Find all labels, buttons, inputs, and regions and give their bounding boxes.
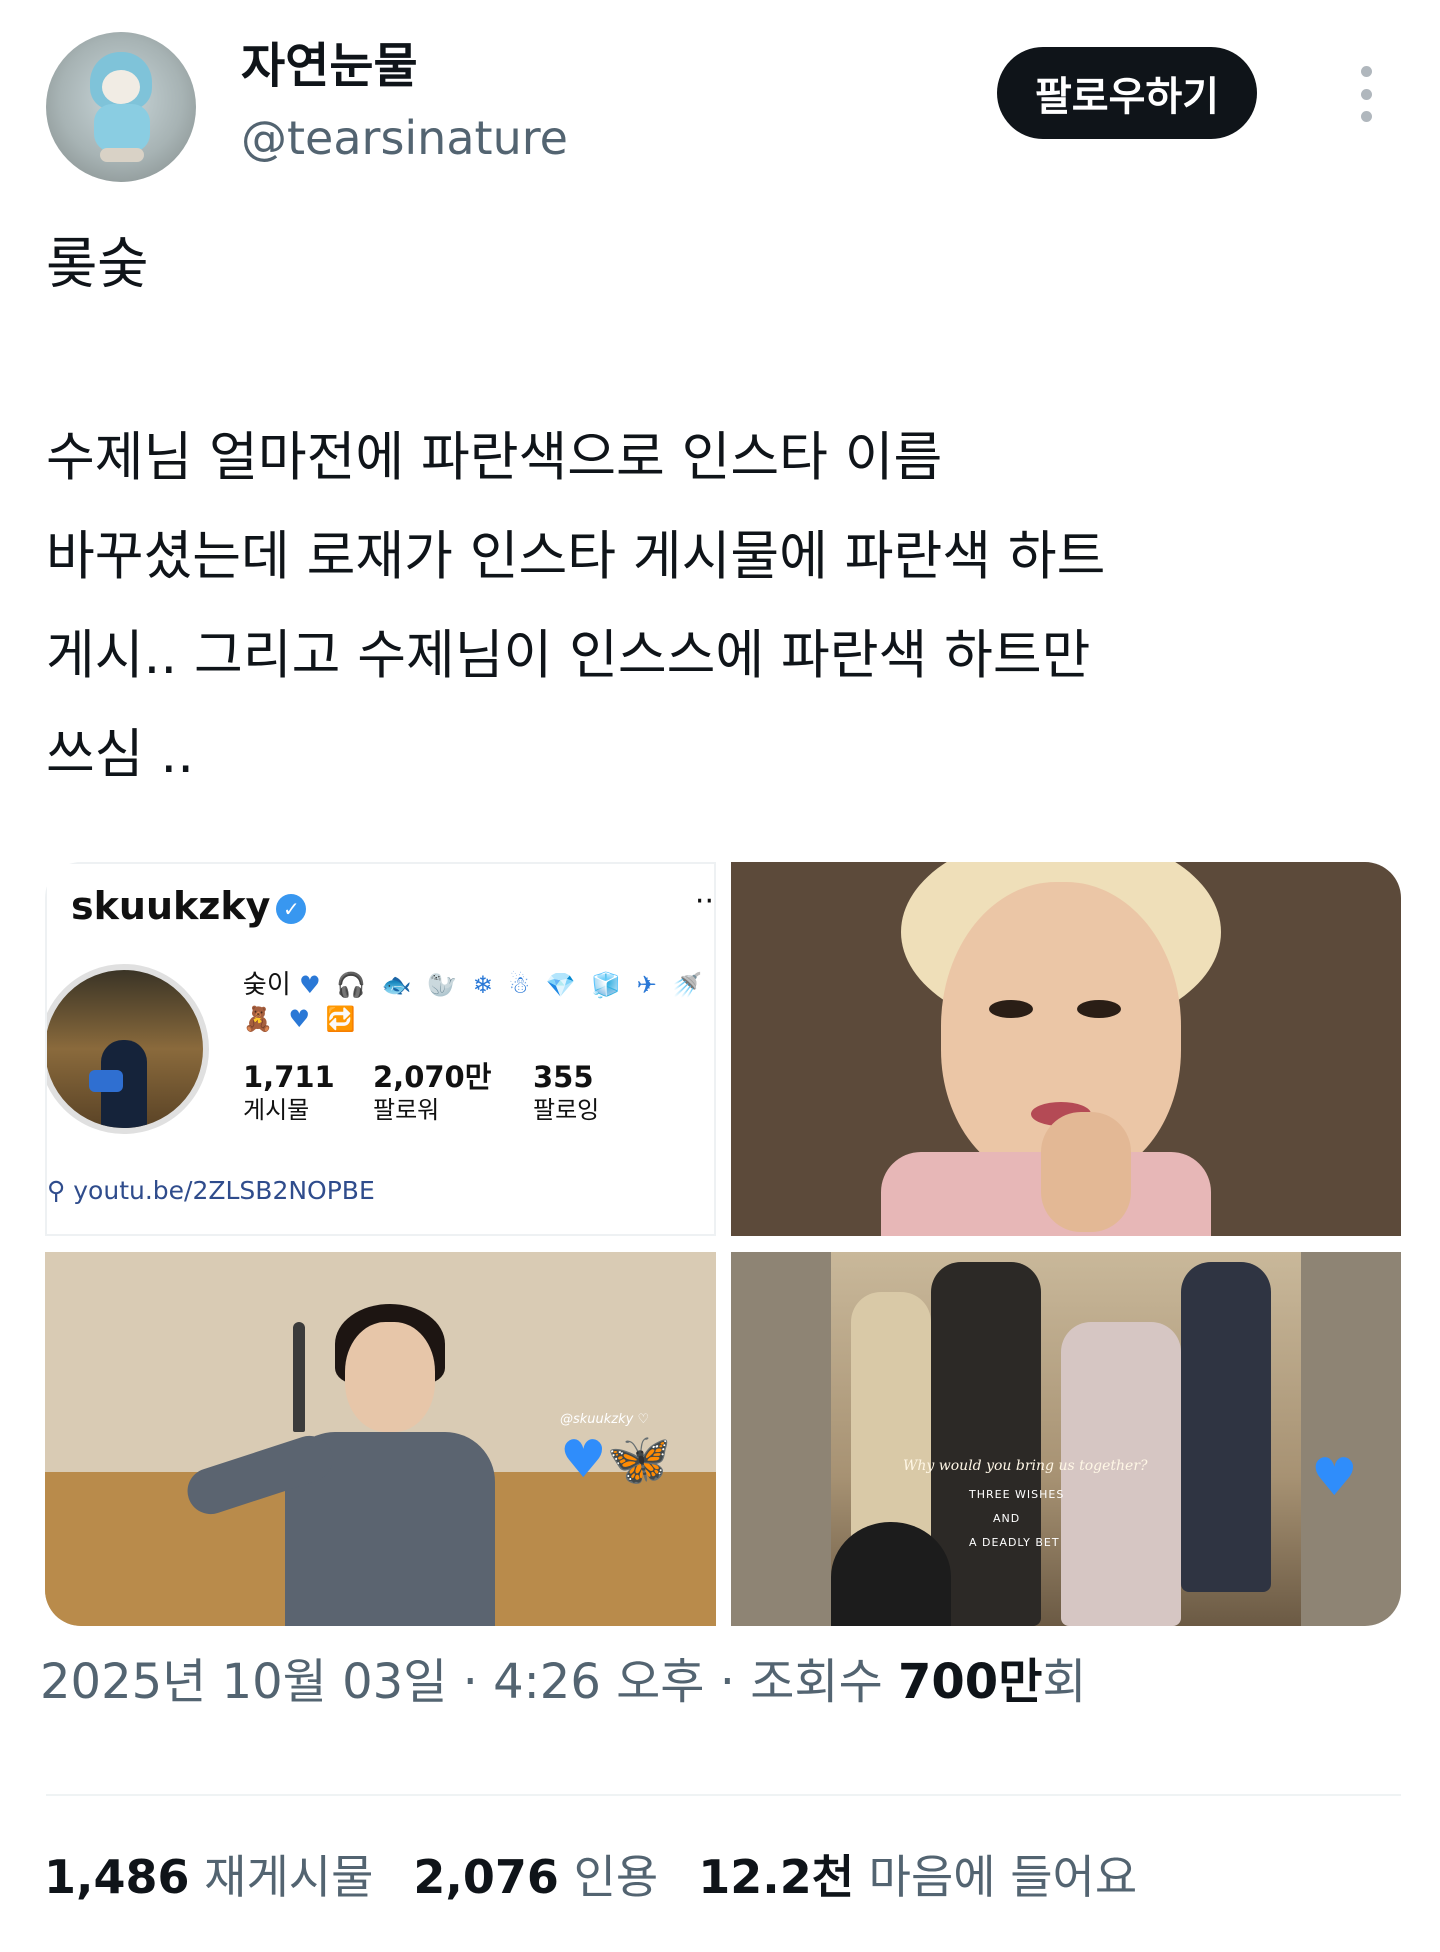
poster-figure — [1061, 1322, 1181, 1626]
likes-label: 마음에 들어요 — [868, 1850, 1138, 1904]
ig-stat-value: 1,711 — [243, 1060, 335, 1094]
story-knife — [293, 1322, 305, 1432]
ig-avatar-scarf — [89, 1070, 123, 1092]
tweet-time[interactable]: 4:26 오후 — [493, 1654, 704, 1710]
ig-stat-value: 2,070만 — [373, 1060, 492, 1094]
quotes-count: 2,076 — [413, 1850, 559, 1904]
story-person-head — [345, 1322, 435, 1432]
ig-stat-followers: 2,070만 팔로워 — [373, 1060, 491, 1126]
views-count: 700만 — [898, 1654, 1043, 1710]
story-tag: @skuukzky ♡ — [560, 1412, 650, 1427]
ig-avatar — [47, 964, 209, 1134]
tweet-line: 수제님 얼마전에 파란색으로 인스타 이름 — [46, 427, 943, 488]
author-handle[interactable]: @tearsinature — [241, 108, 568, 168]
blue-heart-icon: ♥ — [1311, 1448, 1358, 1508]
avatar-feet — [100, 148, 144, 162]
verified-badge-icon: ✓ — [276, 893, 307, 924]
photo-eye — [989, 1000, 1033, 1018]
ig-stat-following: 355 팔로잉 — [533, 1060, 599, 1126]
media-poster-story[interactable]: Why would you bring us together? THREE W… — [731, 1252, 1401, 1626]
poster-panther — [831, 1522, 951, 1626]
ig-username: skuukzky ✓ — [71, 884, 307, 928]
ig-stat-label: 팔로잉 — [533, 1096, 600, 1124]
more-dot — [1360, 88, 1372, 100]
avatar-body — [94, 104, 150, 152]
likes-count: 12.2천 — [698, 1850, 855, 1904]
poster-line: AND — [993, 1512, 1021, 1525]
poster-figure — [1181, 1262, 1271, 1592]
media-instagram-profile-screenshot[interactable]: skuukzky ✓ ·· 숮이 ♥ 🎧 🐟 🦭 ❄ ☃ 💎 🧊 ✈ 🚿 🧸 ♥ … — [45, 862, 716, 1236]
tweet-line: 바꾸셨는데 로재가 인스타 게시물에 파란색 하트 — [46, 526, 1106, 587]
ig-bio-name: 숮이 — [243, 970, 291, 1000]
tweet-date[interactable]: 2025년 10월 03일 — [40, 1654, 447, 1710]
blue-heart-icon: ♥🦋 — [560, 1430, 672, 1490]
ig-stat-label: 팔로워 — [373, 1096, 440, 1124]
ig-stat-label: 게시물 — [243, 1096, 310, 1124]
media-story-still[interactable]: @skuukzky ♡ ♥🦋 — [45, 1252, 716, 1626]
views-suffix: 회 — [1042, 1654, 1087, 1710]
meta-separator: · — [447, 1654, 494, 1710]
ig-stat-value: 355 — [533, 1060, 594, 1094]
follow-button[interactable]: 팔로우하기 — [997, 47, 1257, 139]
ig-stat-posts: 1,711 게시물 — [243, 1060, 335, 1126]
tweet-meta: 2025년 10월 03일 · 4:26 오후 · 조회수 700만회 — [40, 1652, 1087, 1712]
poster-line: A DEADLY BET — [969, 1536, 1060, 1549]
views-label: 조회수 — [750, 1654, 898, 1710]
ig-bio: 숮이 ♥ 🎧 🐟 🦭 ❄ ☃ 💎 🧊 ✈ 🚿 🧸 ♥ 🔁 — [243, 968, 706, 1036]
media-grid: skuukzky ✓ ·· 숮이 ♥ 🎧 🐟 🦭 ❄ ☃ 💎 🧊 ✈ 🚿 🧸 ♥ … — [45, 862, 1401, 1626]
link-icon: ⚲ — [47, 1176, 74, 1205]
likes-stat[interactable]: 12.2천 마음에 들어요 — [698, 1850, 1137, 1904]
ig-bio-emojis: ♥ 🎧 🐟 🦭 ❄ ☃ 💎 🧊 ✈ 🚿 — [299, 971, 707, 999]
reposts-label: 재게시물 — [204, 1850, 374, 1904]
quotes-stat[interactable]: 2,076 인용 — [413, 1850, 658, 1904]
more-options-icon[interactable] — [1351, 66, 1381, 122]
quotes-label: 인용 — [573, 1850, 659, 1904]
tweet-line: 게시.. 그리고 수제님이 인스스에 파란색 하트만 — [46, 625, 1091, 686]
tweet-header: 자연눈물 @tearsinature 팔로우하기 — [46, 30, 1406, 185]
tweet-body: 수제님 얼마전에 파란색으로 인스타 이름 바꾸셨는데 로재가 인스타 게시물에… — [46, 408, 1105, 804]
engagement-stats: 1,486 재게시물 2,076 인용 12.2천 마음에 들어요 — [44, 1847, 1177, 1907]
divider — [46, 1794, 1401, 1796]
ig-link: ⚲ youtu.be/2ZLSB2NOPBE — [47, 1176, 375, 1205]
ig-link-text: youtu.be/2ZLSB2NOPBE — [73, 1176, 375, 1205]
tweet-line: 쓰심 .. — [46, 724, 195, 785]
ig-bio-emojis-2: 🧸 ♥ 🔁 — [243, 1005, 360, 1033]
reposts-count: 1,486 — [44, 1850, 190, 1904]
photo-eye — [1077, 1000, 1121, 1018]
ig-more-icon: ·· — [694, 884, 714, 919]
poster-line: THREE WISHES — [969, 1488, 1065, 1501]
meta-separator: · — [704, 1654, 751, 1710]
reposts-stat[interactable]: 1,486 재게시물 — [44, 1850, 373, 1904]
ig-bio-line1: 숮이 ♥ 🎧 🐟 🦭 ❄ ☃ 💎 🧊 ✈ 🚿 — [243, 968, 706, 1002]
more-dot — [1360, 111, 1372, 122]
ig-username-text: skuukzky — [71, 884, 271, 928]
poster-tagline: Why would you bring us together? — [903, 1458, 1148, 1474]
author-avatar[interactable] — [46, 32, 196, 182]
avatar-face — [102, 70, 140, 104]
tweet-title: 롲숮 — [46, 232, 150, 297]
photo-hand — [1041, 1112, 1131, 1232]
more-dot — [1360, 66, 1372, 77]
media-photo-selfie[interactable] — [731, 862, 1401, 1236]
author-display-name[interactable]: 자연눈물 — [241, 36, 418, 96]
